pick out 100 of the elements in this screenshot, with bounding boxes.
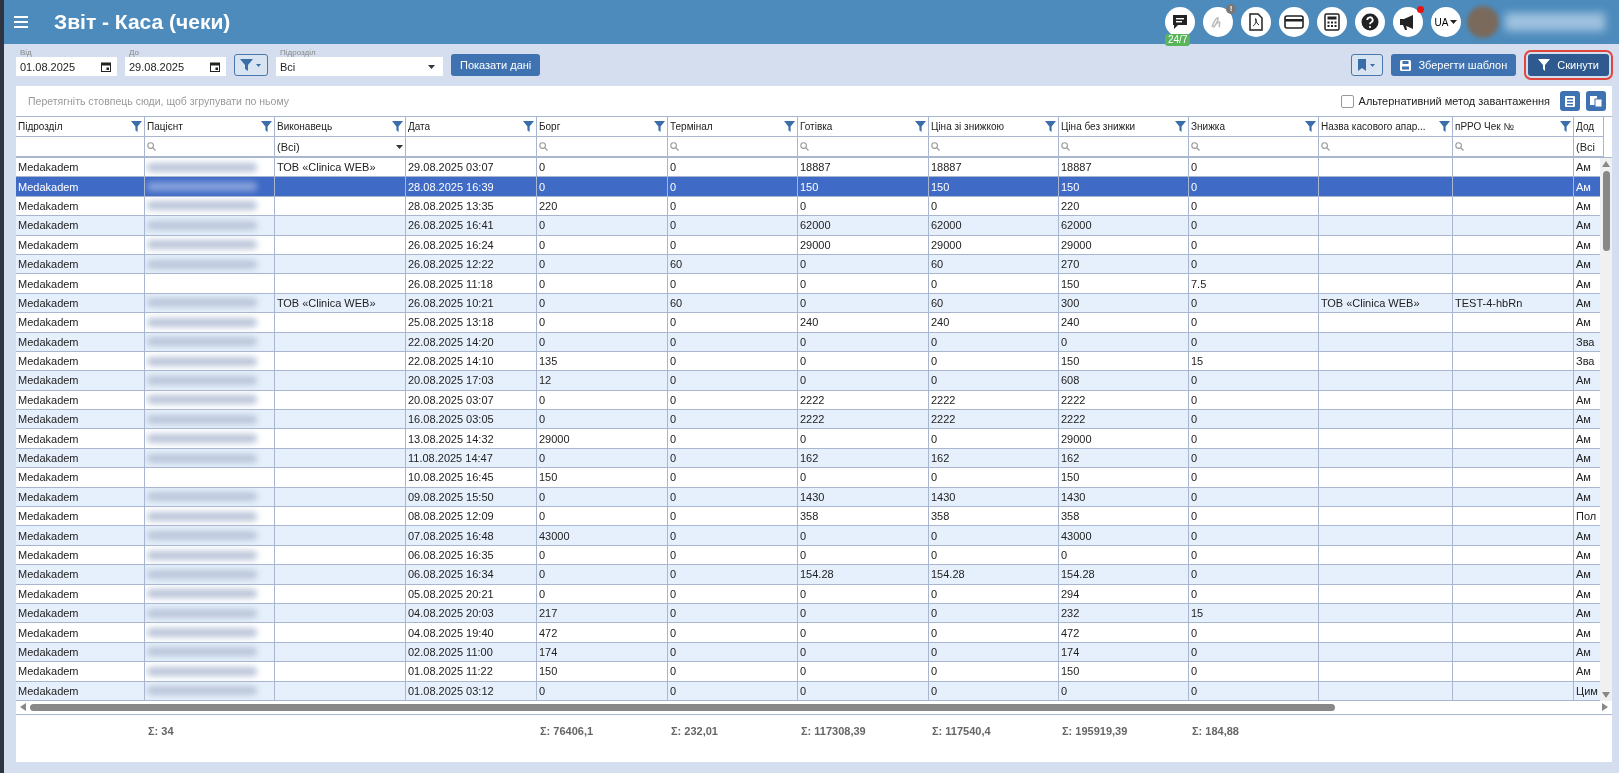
table-row[interactable]: Medakadem 28.08.2025 16:39 0 0 150 150 150 0 Ам [16, 177, 1600, 197]
filter-icon[interactable] [1560, 121, 1571, 132]
search-icon [539, 142, 548, 151]
filter-icon[interactable] [784, 121, 795, 132]
scroll-right-icon[interactable] [1602, 703, 1608, 712]
table-row[interactable]: Medakadem 22.08.2025 14:20 0 0 0 0 0 0 Зва [16, 332, 1600, 352]
column-header[interactable]: Виконавець [275, 117, 406, 137]
column-header[interactable]: Дата [406, 117, 537, 137]
date-from-field[interactable]: 01.08.2025 [16, 57, 117, 76]
scroll-left-icon[interactable] [20, 703, 26, 712]
column-filter-field[interactable] [1453, 137, 1574, 157]
save-template-button[interactable]: Зберегти шаблон [1391, 54, 1517, 76]
table-cell: 0 [1189, 662, 1319, 682]
calendar-icon[interactable] [101, 61, 111, 72]
alt-load-checkbox[interactable]: Альтернативний метод завантаження [1340, 94, 1550, 108]
calculator-button[interactable] [1317, 7, 1347, 37]
table-row[interactable]: Medakadem 26.08.2025 16:41 0 0 62000 62000 62000 0 Ам [16, 216, 1600, 236]
payment-button[interactable] [1279, 7, 1309, 37]
table-row[interactable]: Medakadem 20.08.2025 17:03 12 0 0 0 608 0 Ам [16, 371, 1600, 391]
table-row[interactable]: Medakadem 16.08.2025 03:05 0 0 2222 2222 2222 0 Ам [16, 410, 1600, 430]
table-row[interactable]: Medakadem 13.08.2025 14:32 29000 0 0 0 29000 0 Ам [16, 429, 1600, 449]
vertical-scrollbar[interactable] [1600, 158, 1612, 701]
table-row[interactable]: Medakadem 01.08.2025 03:12 0 0 0 0 0 0 Цим [16, 681, 1600, 701]
filter-icon[interactable] [1045, 121, 1056, 132]
column-filter-select[interactable]: (Всі) [275, 137, 406, 157]
export-button[interactable] [1560, 91, 1580, 111]
filter-icon[interactable] [1175, 121, 1186, 132]
table-cell: 0 [668, 371, 798, 391]
date-to-field[interactable]: 29.08.2025 [125, 57, 226, 76]
column-filter-field[interactable] [537, 137, 668, 157]
table-row[interactable]: Medakadem 01.08.2025 11:22 150 0 0 0 150 0 Ам [16, 662, 1600, 682]
group-drop-hint: Перетягніть стовпець сюди, щоб згрупувати по ньому [28, 95, 290, 107]
table-cell: 472 [1059, 623, 1189, 643]
table-row[interactable]: Medakadem 26.08.2025 16:24 0 0 29000 29000 29000 0 Ам [16, 235, 1600, 255]
filter-icon[interactable] [523, 121, 534, 132]
table-row[interactable]: Medakadem 07.08.2025 16:48 43000 0 0 0 43000 0 Ам [16, 526, 1600, 546]
scroll-down-icon[interactable] [1602, 691, 1610, 698]
column-header[interactable]: Ціна без знижки [1059, 117, 1189, 137]
column-filter-field[interactable] [1189, 137, 1319, 157]
filter-icon[interactable] [1439, 121, 1450, 132]
menu-icon[interactable] [14, 16, 28, 28]
column-header[interactable]: Ціна зі знижкою [929, 117, 1059, 137]
calculator-icon [1324, 13, 1340, 31]
filter-icon[interactable] [654, 121, 665, 132]
chat-button[interactable] [1165, 7, 1195, 37]
calendar-icon[interactable] [210, 61, 220, 72]
table-row[interactable]: Medakadem 09.08.2025 15:50 0 0 1430 1430 1430 0 Ам [16, 487, 1600, 508]
table-cell: 04.08.2025 19:40 [406, 623, 537, 643]
filter-icon[interactable] [915, 121, 926, 132]
page-title: Звіт - Каса (чеки) [54, 10, 231, 34]
column-filter-field[interactable] [929, 137, 1059, 157]
table-row[interactable]: Medakadem 04.08.2025 20:03 217 0 0 0 232 15 Ам [16, 604, 1600, 624]
column-filter-select[interactable]: (Всі [1574, 137, 1604, 157]
column-header[interactable]: пРРО Чек № [1453, 117, 1574, 137]
column-header[interactable]: Пацієнт [145, 117, 275, 137]
language-selector[interactable]: UA [1431, 7, 1461, 37]
column-header[interactable]: Термінал [668, 117, 798, 137]
column-header[interactable]: Назва касового апар... [1319, 117, 1453, 137]
column-header[interactable]: Дод [1574, 117, 1604, 137]
signature-button[interactable] [1203, 7, 1233, 37]
table-cell: 0 [537, 235, 668, 255]
filter-icon[interactable] [392, 121, 403, 132]
table-row[interactable]: Medakadem 02.08.2025 11:00 174 0 0 0 174 0 Ам [16, 642, 1600, 663]
table-row[interactable]: Medakadem 26.08.2025 11:18 0 0 0 0 150 7.5 Ам [16, 274, 1600, 294]
filter-icon[interactable] [261, 121, 272, 132]
column-filter-field[interactable] [145, 137, 275, 157]
horizontal-scrollbar[interactable] [16, 700, 1612, 715]
table-cell: 29000 [929, 235, 1059, 255]
show-data-button[interactable]: Показати дані [451, 54, 541, 76]
column-filter-field[interactable] [1319, 137, 1453, 157]
reset-button[interactable]: Скинути [1528, 54, 1609, 76]
columns-button[interactable] [1586, 91, 1606, 111]
pdf-button[interactable] [1241, 7, 1271, 37]
table-row[interactable]: Medakadem 11.08.2025 14:47 0 0 162 162 162 0 Ам [16, 448, 1600, 469]
scroll-up-icon[interactable] [1602, 161, 1610, 167]
scroll-thumb[interactable] [1602, 171, 1610, 251]
table-cell: 0 [798, 254, 929, 275]
table-row[interactable]: Medakadem ТОВ «Clinica WEB» 26.08.2025 10:21 0 60 0 60 300 0 ТОВ «Clinica WEB» TEST-4-hbRn Ам [16, 293, 1600, 314]
column-header[interactable]: Борг [537, 117, 668, 137]
column-filter-field[interactable] [668, 137, 798, 157]
division-select[interactable]: Всі [276, 57, 443, 76]
table-row[interactable]: Medakadem 25.08.2025 13:18 0 0 240 240 240 0 Ам [16, 313, 1600, 333]
column-filter-field[interactable] [798, 137, 929, 157]
table-cell: 0 [1189, 429, 1319, 449]
filter-icon[interactable] [131, 121, 142, 132]
column-header[interactable]: Готівка [798, 117, 929, 137]
table-row[interactable]: Medakadem 10.08.2025 16:45 150 0 0 0 150 0 Ам [16, 468, 1600, 488]
column-header[interactable]: Знижка [1189, 117, 1319, 137]
announcements-button[interactable] [1393, 7, 1423, 37]
column-header[interactable]: Підрозділ [16, 117, 145, 137]
bookmark-dropdown-button[interactable] [1351, 54, 1384, 76]
column-filter-field[interactable] [1059, 137, 1189, 157]
scroll-thumb[interactable] [30, 703, 1335, 711]
table-row[interactable]: Medakadem 06.08.2025 16:34 0 0 154.28 154.28 154.28 0 Ам [16, 565, 1600, 585]
table-row[interactable]: Medakadem 26.08.2025 12:22 0 60 0 60 270 0 Ам [16, 254, 1600, 275]
filter-icon[interactable] [1305, 121, 1316, 132]
filter-dropdown-button[interactable] [234, 54, 268, 76]
table-row[interactable]: Medakadem 04.08.2025 19:40 472 0 0 0 472 0 Ам [16, 623, 1600, 643]
table-row[interactable]: Medakadem 05.08.2025 20:21 0 0 0 0 294 0 Ам [16, 584, 1600, 604]
help-button[interactable] [1355, 7, 1385, 37]
